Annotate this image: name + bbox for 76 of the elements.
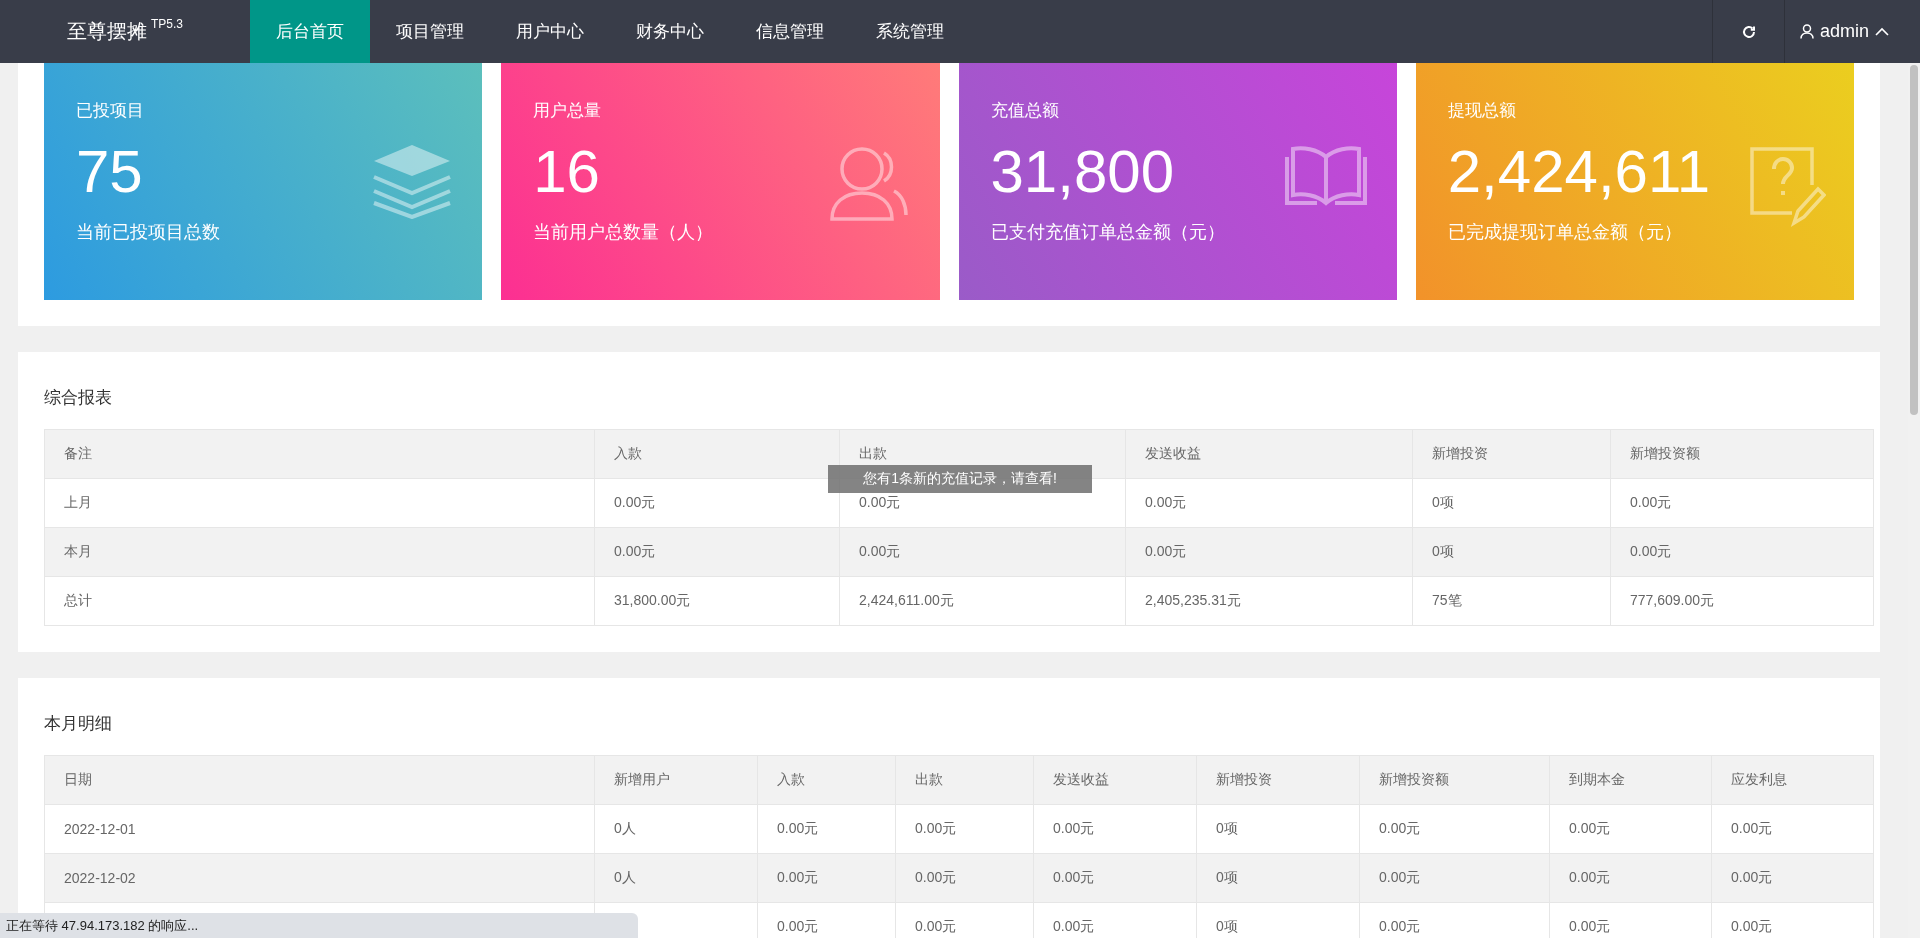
- table-cell: 本月: [44, 527, 595, 577]
- version-label: TP5.3: [151, 17, 183, 31]
- table-cell: 2,424,611.00元: [839, 576, 1126, 626]
- table-cell: 0.00元: [1549, 804, 1712, 854]
- table-cell: 0.00元: [1033, 804, 1197, 854]
- nav-tab[interactable]: 后台首页: [250, 0, 370, 63]
- column-header: 新增投资: [1412, 429, 1611, 479]
- column-header: 发送收益: [1033, 755, 1197, 805]
- table-cell: 0项: [1196, 804, 1360, 854]
- table-cell: 0.00元: [757, 804, 896, 854]
- status-text: 正在等待 47.94.173.182 的响应...: [6, 916, 199, 935]
- column-header: 入款: [757, 755, 896, 805]
- nav-tab[interactable]: 用户中心: [490, 0, 610, 63]
- app-logo-text: 至尊摆摊: [67, 19, 147, 44]
- table-cell: 0.00元: [1033, 853, 1197, 903]
- stat-caption: 已支付充值订单总金额（元）: [990, 221, 1225, 244]
- table-cell: 总计: [44, 576, 595, 626]
- column-header: 新增投资额: [1359, 755, 1550, 805]
- table-cell: 0人: [594, 804, 758, 854]
- table-cell: 上月: [44, 478, 595, 528]
- column-header: 备注: [44, 429, 595, 479]
- table-cell: 0.00元: [1711, 853, 1874, 903]
- table-cell: 0.00元: [1359, 853, 1550, 903]
- table-cell: 0项: [1196, 853, 1360, 903]
- column-header: 到期本金: [1549, 755, 1712, 805]
- table-cell: 2022-12-02: [44, 853, 595, 903]
- column-header: 日期: [44, 755, 595, 805]
- table-cell: 0人: [594, 853, 758, 903]
- stat-title: 提现总额: [1447, 100, 1516, 122]
- nav-tab[interactable]: 项目管理: [370, 0, 490, 63]
- table-cell: 0.00元: [1610, 478, 1874, 528]
- stat-title: 用户总量: [533, 100, 602, 122]
- table-cell: 0.00元: [895, 853, 1034, 903]
- table-cell: 0.00元: [1125, 527, 1413, 577]
- column-header: 新增投资额: [1610, 429, 1874, 479]
- refresh-icon: [1740, 23, 1757, 40]
- stat-title: 充值总额: [990, 100, 1059, 122]
- table-cell: 0项: [1412, 478, 1611, 528]
- table-cell: 0.00元: [1125, 478, 1413, 528]
- table-cell: 0.00元: [1711, 804, 1874, 854]
- panel-title: 综合报表: [44, 387, 112, 409]
- table-cell: 0.00元: [839, 527, 1126, 577]
- table-cell: 75笔: [1412, 576, 1611, 626]
- column-header: 入款: [594, 429, 840, 479]
- table-cell: 0.00元: [757, 853, 896, 903]
- book-icon: [1282, 143, 1369, 207]
- user-icon: [1800, 24, 1814, 39]
- column-header: 出款: [895, 755, 1034, 805]
- table-cell: 2022-12-01: [44, 804, 595, 854]
- stat-value: 16: [533, 137, 600, 207]
- table-cell: 31,800.00元: [594, 576, 840, 626]
- table-cell: 0.00元: [1549, 853, 1712, 903]
- table-cell: 0.00元: [1610, 527, 1874, 577]
- column-header: 新增用户: [594, 755, 758, 805]
- nav-tab[interactable]: 财务中心: [610, 0, 730, 63]
- panel-title: 本月明细: [44, 713, 112, 735]
- caret-icon: [1875, 27, 1889, 36]
- stat-caption: 当前用户总数量（人）: [533, 221, 714, 244]
- stat-caption: 已完成提现订单总金额（元）: [1447, 221, 1682, 244]
- table-cell: 0.00元: [895, 804, 1034, 854]
- stat-value: 2,424,611: [1447, 137, 1711, 207]
- column-header: 新增投资: [1196, 755, 1360, 805]
- column-header: 发送收益: [1125, 429, 1413, 479]
- nav-tab[interactable]: 信息管理: [730, 0, 850, 63]
- table-cell: 2,405,235.31元: [1125, 576, 1413, 626]
- column-header: 应发利息: [1711, 755, 1874, 805]
- table-cell: 777,609.00元: [1610, 576, 1874, 626]
- stat-value: 75: [76, 137, 143, 207]
- table-cell: 0项: [1412, 527, 1611, 577]
- table-cell: 0.00元: [594, 527, 840, 577]
- table-cell: 0.00元: [1359, 804, 1550, 854]
- stat-value: 31,800: [990, 137, 1174, 207]
- nav-tab[interactable]: 系统管理: [850, 0, 970, 63]
- scrollbar-thumb[interactable]: [1910, 65, 1918, 415]
- stat-caption: 当前已投项目总数: [76, 221, 220, 244]
- stat-title: 已投项目: [76, 100, 144, 122]
